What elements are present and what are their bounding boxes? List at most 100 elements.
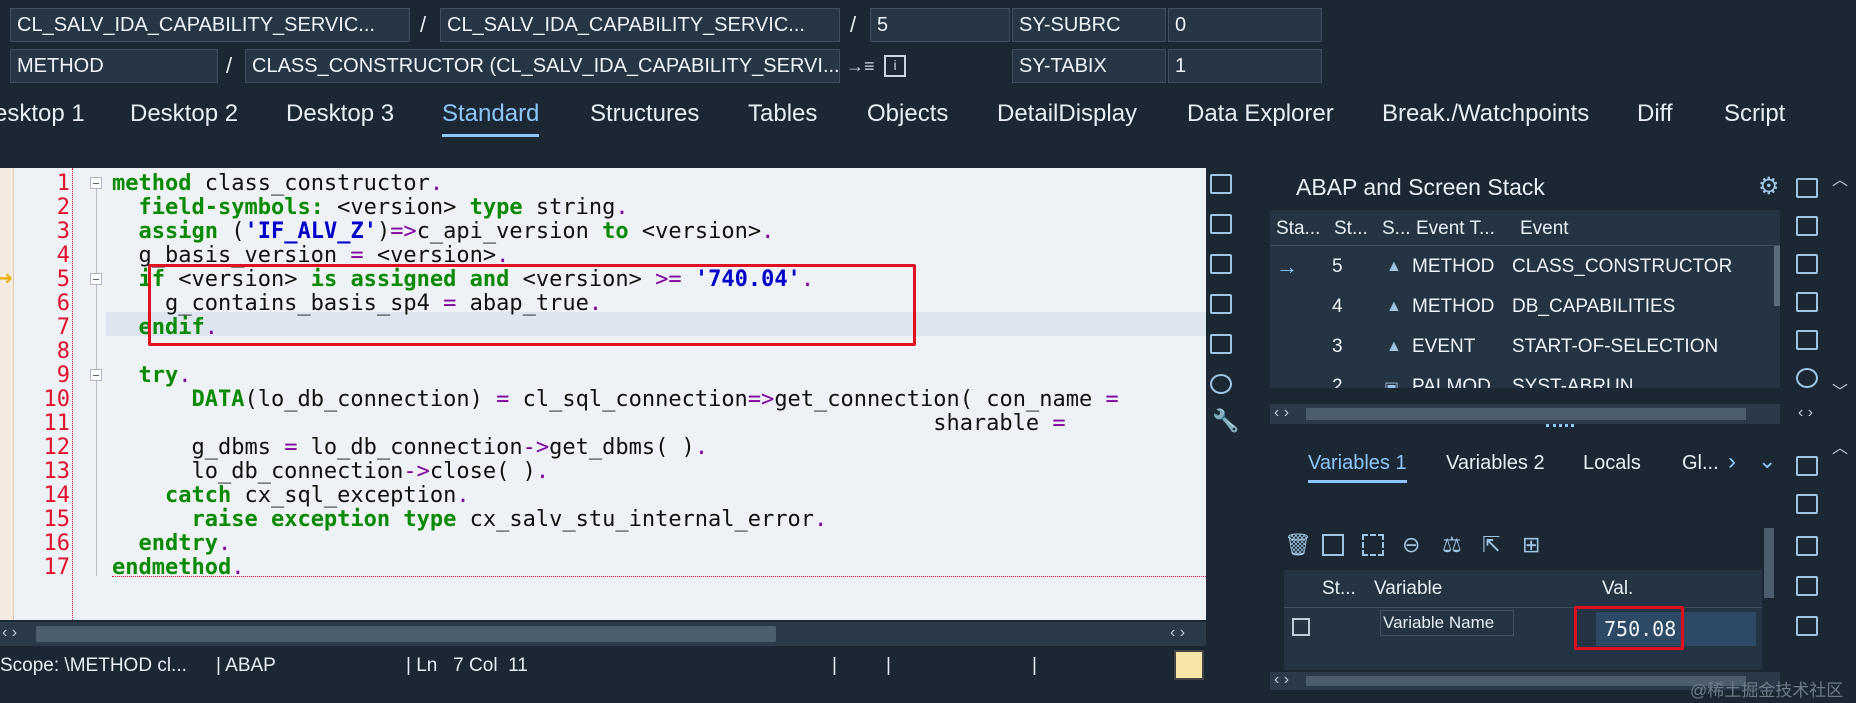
splitter-handle[interactable] [1546, 424, 1574, 428]
stack-title: ABAP and Screen Stack [1296, 174, 1545, 200]
scroll-arrows-icon[interactable]: ‹ › [1798, 404, 1813, 422]
include-field[interactable]: CL_SALV_IDA_CAPABILITY_SERVIC... [440, 8, 840, 42]
column-header[interactable]: Event [1520, 218, 1569, 240]
tab-variables-2[interactable]: Variables 2 [1446, 452, 1545, 475]
tab-desktop-3[interactable]: Desktop 3 [286, 100, 394, 128]
add-icon[interactable]: ⊞ [1522, 532, 1540, 558]
subrc-value[interactable]: 0 [1168, 8, 1322, 42]
tabix-value[interactable]: 1 [1168, 49, 1322, 83]
compare-icon[interactable]: ⚖ [1442, 532, 1462, 558]
column-header[interactable]: Variable [1374, 578, 1442, 600]
tab-menu-icon[interactable]: ⌄ [1758, 448, 1776, 474]
refresh-icon[interactable] [1210, 374, 1232, 394]
column-header[interactable]: Sta... [1276, 218, 1320, 240]
scroll-left-icon[interactable]: ‹ › [2, 624, 17, 642]
settings-gear-icon[interactable]: ⚙ [1758, 172, 1780, 201]
stack-vscrollbar[interactable] [1774, 246, 1780, 306]
collapse-down-icon[interactable]: ﹀ [1832, 378, 1848, 402]
fold-toggle-icon[interactable] [90, 273, 102, 285]
program-field[interactable]: CL_SALV_IDA_CAPABILITY_SERVIC... [10, 8, 410, 42]
layout-icon[interactable] [1796, 536, 1818, 556]
tab-globals[interactable]: Gl... [1682, 452, 1719, 475]
split-icon[interactable] [1796, 576, 1818, 596]
layout-icon[interactable] [1210, 294, 1232, 314]
tab-next-icon[interactable]: › [1728, 448, 1736, 476]
column-header[interactable]: St... [1322, 578, 1356, 600]
fold-toggle-icon[interactable] [90, 369, 102, 381]
event-type-field[interactable]: METHOD [10, 49, 218, 83]
scope-label: Scope: \METHOD cl... [0, 655, 187, 676]
variables-toolbar-column [1792, 446, 1824, 676]
row-checkbox[interactable] [1292, 618, 1310, 636]
tab-script[interactable]: Script [1724, 100, 1785, 128]
tab-data-explorer[interactable]: Data Explorer [1187, 100, 1334, 128]
insert-icon[interactable] [1322, 534, 1344, 556]
goto-icon[interactable]: →≡ [846, 49, 875, 83]
editor-status-bar: Scope: \METHOD cl... | ABAP | Ln 7 Col 1… [0, 648, 1230, 683]
scroll-right-icon[interactable]: ‹ › [1170, 624, 1185, 642]
line-number-field[interactable]: 5 [870, 8, 1010, 42]
fold-toggle-icon[interactable] [90, 177, 102, 189]
event-name-field[interactable]: CLASS_CONSTRUCTOR (CL_SALV_IDA_CAPABILIT… [245, 49, 840, 83]
source-code-editor[interactable]: ➜ 1 method class_constructor. 2 field-sym… [0, 168, 1206, 620]
separator-slash: / [850, 12, 857, 37]
clipboard-icon[interactable] [1174, 650, 1204, 680]
code-line: 15 raise exception type cx_salv_stu_inte… [43, 507, 828, 532]
tab-variables-1[interactable]: Variables 1 [1308, 452, 1407, 483]
tab-desktop-2[interactable]: Desktop 2 [130, 100, 238, 128]
close-panel-icon[interactable] [1796, 178, 1818, 198]
table-row[interactable]: 2 ▣ PALMOD SYST-ABRUN [1270, 368, 1780, 388]
scroll-arrows-icon[interactable]: ‹ › [1274, 671, 1289, 689]
stack-type-icon: ▲ [1386, 338, 1402, 355]
variables-vscrollbar[interactable] [1764, 528, 1774, 598]
scroll-arrows-icon[interactable]: ‹ › [1274, 404, 1289, 422]
editor-hscrollbar[interactable]: ‹ › ‹ › [0, 622, 1206, 646]
wrench-icon[interactable]: 🔧 [1212, 408, 1239, 434]
swap-icon[interactable] [1210, 254, 1232, 274]
table-row[interactable]: → 5 ▲ METHOD CLASS_CONSTRUCTOR [1270, 248, 1780, 288]
code-line: 9 try. [56, 363, 192, 388]
column-header[interactable]: Val. [1602, 578, 1633, 600]
scroll-thumb[interactable] [36, 626, 776, 642]
export-icon[interactable]: ⇱ [1482, 532, 1500, 558]
delete-icon[interactable]: 🗑 [1284, 532, 1312, 558]
value-highlight-box [1574, 606, 1684, 650]
collapse-up-icon[interactable]: ︿ [1832, 166, 1848, 190]
collapse-up-icon[interactable]: ︿ [1832, 434, 1848, 458]
tab-objects[interactable]: Objects [867, 100, 948, 128]
tab-detaildisplay[interactable]: DetailDisplay [997, 100, 1137, 128]
split-icon[interactable] [1796, 292, 1818, 312]
table-row[interactable]: 3 ▲ EVENT START-OF-SELECTION [1270, 328, 1780, 368]
variable-name-input[interactable]: Variable Name [1380, 610, 1514, 636]
remove-icon[interactable]: ⊖ [1402, 532, 1420, 558]
group-icon[interactable] [1362, 534, 1384, 556]
column-header[interactable]: Event T... [1416, 218, 1495, 240]
tab-diff[interactable]: Diff [1637, 100, 1673, 128]
tab-locals[interactable]: Locals [1583, 452, 1641, 475]
swap-icon[interactable] [1796, 216, 1818, 236]
table-row[interactable]: 4 ▲ METHOD DB_CAPABILITIES [1270, 288, 1780, 328]
stack-hscrollbar[interactable]: ‹ › [1270, 404, 1780, 424]
column-header[interactable]: S... [1382, 218, 1411, 240]
tab-standard[interactable]: Standard [442, 100, 540, 137]
maximize-icon[interactable] [1796, 330, 1818, 350]
split-icon[interactable] [1210, 334, 1232, 354]
status-separator: | [886, 655, 891, 676]
stack-type-icon: ▲ [1386, 258, 1402, 275]
editor-toolbar: 🔧 [1206, 168, 1239, 618]
info-icon[interactable]: i [884, 55, 906, 77]
code-line: 2 field-symbols: <version> type string. [56, 195, 629, 220]
tab-desktop-1[interactable]: esktop 1 [0, 100, 85, 128]
tab-tables[interactable]: Tables [748, 100, 817, 128]
maximize-icon[interactable] [1210, 214, 1232, 234]
swap-icon[interactable] [1796, 494, 1818, 514]
refresh-icon[interactable] [1796, 368, 1818, 388]
maximize-icon[interactable] [1796, 616, 1818, 636]
code-line: 16 endtry. [43, 531, 232, 556]
close-panel-icon[interactable] [1210, 174, 1232, 194]
layout-icon[interactable] [1796, 254, 1818, 274]
tab-breakpoints[interactable]: Break./Watchpoints [1382, 100, 1589, 128]
tab-structures[interactable]: Structures [590, 100, 699, 128]
close-panel-icon[interactable] [1796, 456, 1818, 476]
column-header[interactable]: St... [1334, 218, 1368, 240]
